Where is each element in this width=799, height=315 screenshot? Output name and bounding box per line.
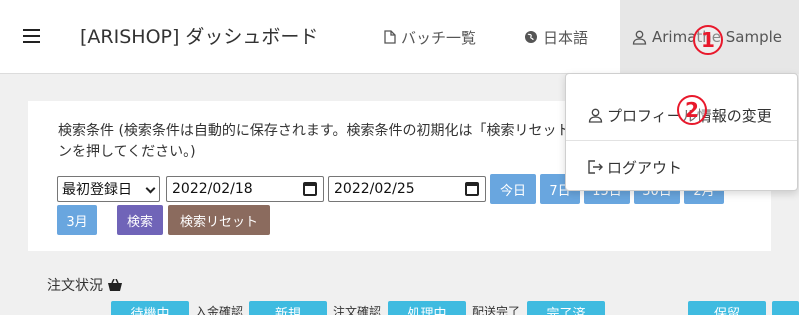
top-navbar: [ARISHOP] ダッシュボード バッチ一覧 日本語 Arimathe Sam… [0, 0, 799, 74]
date-from-value: 2022/02/18 [172, 181, 253, 197]
user-icon [588, 108, 603, 123]
status-completed-button[interactable]: 完了済 [527, 301, 605, 315]
status-hold-button[interactable]: 保留 [688, 301, 766, 315]
status-processing-button[interactable]: 処理中 [388, 301, 466, 315]
step-marker-1: 1 [693, 25, 723, 55]
hamburger-menu-icon[interactable] [23, 29, 40, 43]
date-from-input[interactable]: 2022/02/18 [166, 176, 324, 202]
logout-label: ログアウト [607, 158, 683, 177]
file-icon [384, 30, 396, 44]
status-label-payment: 入金確認 [195, 305, 244, 315]
nav-batch-label: バッチ一覧 [401, 28, 477, 47]
user-icon [632, 30, 647, 45]
calendar-icon[interactable] [465, 182, 479, 196]
user-dropdown-menu: プロフィール情報の変更 ログアウト [565, 73, 798, 191]
status-label-order-confirm: 注文確認 [333, 305, 382, 315]
brand-title[interactable]: [ARISHOP] ダッシュボード [80, 22, 318, 49]
chevron-down-icon [145, 183, 156, 194]
order-status-title: 注文状況 [47, 275, 122, 295]
status-waiting-button[interactable]: 待機中 [111, 301, 189, 315]
status-new-button[interactable]: 新規 [249, 301, 327, 315]
calendar-icon[interactable] [303, 182, 317, 196]
date-to-input[interactable]: 2022/02/25 [328, 176, 486, 202]
nav-language-label: 日本語 [543, 28, 589, 47]
3-months-button[interactable]: 3月 [57, 205, 97, 235]
date-field-select[interactable]: 最初登録日 [57, 176, 160, 202]
search-reset-button[interactable]: 検索リセット [168, 205, 270, 235]
status-label-delivered: 配送完了 [472, 305, 521, 315]
nav-language[interactable]: 日本語 [524, 0, 588, 74]
order-status-label: 注文状況 [47, 278, 103, 294]
step-marker-2: 2 [677, 95, 707, 125]
status-more-button[interactable] [772, 301, 799, 315]
logout-icon [588, 160, 603, 174]
globe-icon [525, 31, 537, 43]
nav-batch-list[interactable]: バッチ一覧 [384, 0, 476, 74]
logout-menu-item[interactable]: ログアウト [566, 152, 797, 182]
search-conditions-label: 検索条件 (検索条件は自動的に保存されます。検索条件の初期化は「検索リセット」ボ… [58, 123, 613, 160]
date-field-select-value: 最初登録日 [62, 182, 132, 198]
shopping-basket-icon [108, 279, 122, 291]
today-button[interactable]: 今日 [490, 174, 536, 204]
dropdown-divider [566, 140, 797, 141]
date-to-value: 2022/02/25 [334, 181, 415, 197]
search-button[interactable]: 検索 [117, 205, 163, 235]
